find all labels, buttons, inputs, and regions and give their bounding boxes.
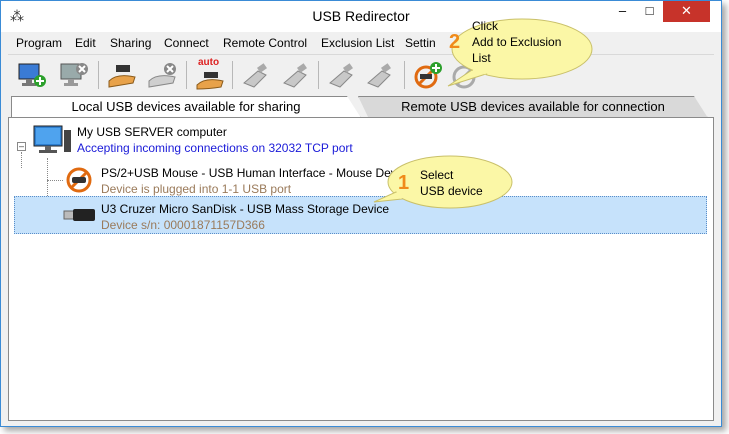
callout-2-line1: Click [472, 19, 498, 33]
callout-1-number: 1 [398, 172, 410, 194]
device-name: PS/2+USB Mouse - USB Human Interface - M… [101, 166, 406, 180]
callout-2-line2: Add to Exclusion [472, 35, 562, 49]
auto-share-button[interactable]: auto [194, 57, 226, 91]
menu-sharing[interactable]: Sharing [110, 36, 151, 50]
minimize-button[interactable]: – [609, 1, 636, 22]
remove-server-button[interactable] [58, 59, 90, 91]
menu-program[interactable]: Program [16, 36, 62, 50]
device-detail: Device is plugged into 1-1 USB port [101, 182, 292, 196]
maximize-button[interactable]: □ [636, 1, 663, 22]
server-status: Accepting incoming connections on 32032 … [77, 141, 353, 155]
toolbar-separator [186, 61, 187, 89]
excluded-mouse-icon [66, 167, 92, 193]
tree-connector [21, 152, 22, 168]
menu-connect[interactable]: Connect [164, 36, 209, 50]
callout-2-line3: List [472, 51, 491, 65]
disconnect-device-button[interactable] [280, 59, 312, 91]
toolbar-separator [232, 61, 233, 89]
hand-connect-icon [243, 63, 267, 88]
hand-unshare-icon [148, 63, 176, 88]
menu-exclusion-list[interactable]: Exclusion List [321, 36, 394, 50]
hand-share-icon [108, 65, 136, 88]
remote-disconnect-button[interactable] [364, 59, 396, 91]
server-name: My USB SERVER computer [77, 125, 227, 139]
add-server-button[interactable] [16, 59, 48, 91]
connect-device-button[interactable] [240, 59, 272, 91]
title-bar[interactable]: ⁂ USB Redirector – □ ✕ [1, 1, 721, 32]
callout-2-bubble [447, 18, 593, 87]
hand-auto-connect-icon [329, 63, 353, 88]
hand-disconnect-icon [283, 63, 307, 88]
tab-local-devices[interactable]: Local USB devices available for sharing [11, 96, 361, 118]
tree-connector [47, 180, 63, 181]
callout-2-number: 2 [449, 31, 461, 53]
menu-remote-control[interactable]: Remote Control [223, 36, 307, 50]
toolbar-separator [318, 61, 319, 89]
share-device-button[interactable] [106, 59, 138, 91]
monitor-remove-icon [60, 63, 88, 86]
device-name: U3 Cruzer Micro SanDisk - USB Mass Stora… [101, 202, 390, 216]
usb-flash-drive-icon [63, 209, 95, 221]
callout-1-line2: USB device [420, 184, 483, 198]
hand-remote-icon [367, 63, 391, 88]
toolbar: auto [8, 54, 714, 94]
auto-connect-button[interactable] [326, 59, 358, 91]
menu-bar: Program Edit Sharing Connect Remote Cont… [8, 33, 714, 53]
device-row-flash-drive[interactable]: U3 Cruzer Micro SanDisk - USB Mass Stora… [14, 196, 707, 234]
menu-edit[interactable]: Edit [75, 36, 96, 50]
unshare-device-button[interactable] [146, 59, 178, 91]
callout-1-line1: Select [420, 168, 454, 182]
toolbar-separator [98, 61, 99, 89]
close-button[interactable]: ✕ [663, 1, 710, 22]
toolbar-separator [404, 61, 405, 89]
app-window: ⁂ USB Redirector – □ ✕ Program Edit Shar… [0, 0, 722, 427]
device-tree: – My USB SERVER computer Accepting incom… [8, 117, 714, 421]
computer-icon [33, 125, 71, 153]
tab-strip: Remote USB devices available for connect… [8, 96, 714, 118]
auto-label: auto [198, 57, 220, 68]
collapse-toggle[interactable]: – [17, 142, 26, 151]
tab-remote-devices[interactable]: Remote USB devices available for connect… [358, 96, 708, 118]
monitor-add-icon [18, 63, 46, 87]
device-detail: Device s/n: 00001871157D366 [101, 218, 265, 232]
